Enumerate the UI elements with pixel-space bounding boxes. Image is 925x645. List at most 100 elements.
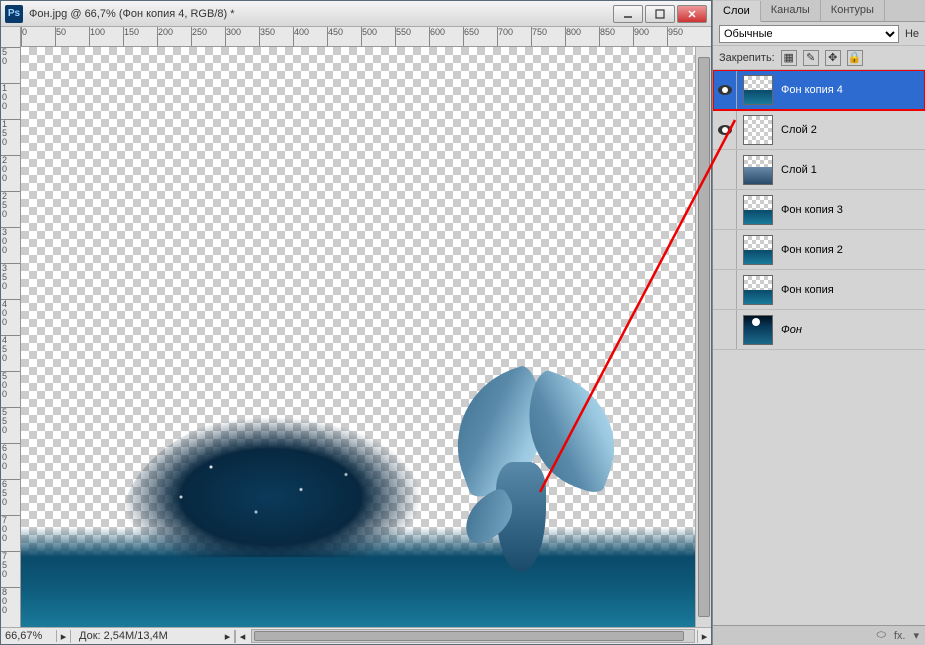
opacity-label: Не	[905, 28, 919, 40]
vruler-tick: 700	[1, 515, 20, 543]
layer-thumbnail[interactable]	[743, 315, 773, 345]
hscroll-left-button[interactable]: ◂	[235, 630, 249, 643]
layer-thumbnail[interactable]	[743, 275, 773, 305]
vruler-tick: 600	[1, 443, 20, 471]
hruler-tick: 350	[259, 27, 275, 46]
layer-visibility-toggle[interactable]	[713, 110, 737, 149]
hruler-tick: 250	[191, 27, 207, 46]
hruler-tick: 950	[667, 27, 683, 46]
hruler-tick: 900	[633, 27, 649, 46]
blend-mode-select[interactable]: Обычные	[719, 25, 899, 43]
lock-brush-icon[interactable]: ✎	[803, 50, 819, 66]
link-layers-icon[interactable]: ⬭	[876, 629, 885, 642]
hruler-tick: 800	[565, 27, 581, 46]
layer-thumbnail[interactable]	[743, 115, 773, 145]
vruler-tick: 800	[1, 587, 20, 615]
layer-row[interactable]: Слой 1	[713, 150, 925, 190]
hruler-tick: 300	[225, 27, 241, 46]
layers-panel: СлоиКаналыКонтуры Обычные Не Закрепить: …	[712, 0, 925, 645]
layers-list: Фон копия 4 Слой 2 Слой 1 Фон копия 3 Фон ко…	[713, 70, 925, 350]
layer-visibility-toggle[interactable]	[713, 150, 737, 189]
hruler-tick: 450	[327, 27, 343, 46]
lock-move-icon[interactable]: ✥	[825, 50, 841, 66]
vertical-ruler[interactable]: 5010015020025030035040045050055060065070…	[1, 27, 21, 627]
vruler-tick: 300	[1, 227, 20, 255]
panel-tab-0[interactable]: Слои	[713, 1, 761, 22]
panel-tab-1[interactable]: Каналы	[761, 0, 821, 21]
zoom-menu-button[interactable]: ▸	[57, 630, 71, 643]
hruler-tick: 150	[123, 27, 139, 46]
layer-row[interactable]: Фон	[713, 310, 925, 350]
vruler-tick: 500	[1, 371, 20, 399]
layer-name[interactable]: Фон копия 2	[779, 244, 925, 256]
vruler-tick: 350	[1, 263, 20, 291]
doc-size[interactable]: Док: 2,54M/13,4M	[71, 630, 221, 642]
layer-thumbnail[interactable]	[743, 75, 773, 105]
layer-name[interactable]: Слой 1	[779, 164, 925, 176]
hruler-tick: 200	[157, 27, 173, 46]
layer-name[interactable]: Фон	[779, 324, 925, 336]
hruler-tick: 650	[463, 27, 479, 46]
layer-row[interactable]: Фон копия 3	[713, 190, 925, 230]
image-content	[21, 457, 711, 627]
layer-name[interactable]: Фон копия	[779, 284, 925, 296]
vruler-tick: 150	[1, 119, 20, 147]
maximize-button[interactable]	[645, 5, 675, 23]
hscroll-right-button[interactable]: ▸	[697, 630, 711, 643]
layer-row[interactable]: Фон копия	[713, 270, 925, 310]
vruler-tick: 450	[1, 335, 20, 363]
vruler-tick: 100	[1, 83, 20, 111]
minimize-button[interactable]	[613, 5, 643, 23]
vruler-tick: 400	[1, 299, 20, 327]
hruler-tick: 750	[531, 27, 547, 46]
vertical-scrollbar[interactable]	[695, 47, 711, 627]
lock-all-icon[interactable]: 🔒	[847, 50, 863, 66]
layer-name[interactable]: Фон копия 4	[779, 84, 925, 96]
layer-row[interactable]: Фон копия 4	[713, 70, 925, 110]
hscroll-thumb[interactable]	[254, 631, 684, 641]
panel-menu-icon[interactable]: ▾	[913, 629, 919, 642]
layer-row[interactable]: Слой 2	[713, 110, 925, 150]
lock-pixels-icon[interactable]: ▦	[781, 50, 797, 66]
horizontal-ruler[interactable]: 0501001502002503003504004505005506006507…	[21, 27, 711, 47]
layer-visibility-toggle[interactable]	[713, 70, 737, 109]
panel-footer: ⬭ fx. ▾	[713, 625, 925, 645]
app-icon: Ps	[5, 5, 23, 23]
hruler-tick: 100	[89, 27, 105, 46]
lock-label: Закрепить:	[719, 52, 775, 64]
layer-visibility-toggle[interactable]	[713, 310, 737, 349]
hruler-tick: 50	[55, 27, 66, 46]
canvas-area: 5010015020025030035040045050055060065070…	[1, 27, 711, 627]
vscroll-thumb[interactable]	[698, 57, 710, 617]
panel-tabs: СлоиКаналыКонтуры	[713, 0, 925, 22]
vruler-tick: 50	[1, 47, 20, 66]
layer-name[interactable]: Фон копия 3	[779, 204, 925, 216]
window-title: Фон.jpg @ 66,7% (Фон копия 4, RGB/8) *	[29, 8, 611, 20]
layer-visibility-toggle[interactable]	[713, 230, 737, 269]
layer-thumbnail[interactable]	[743, 195, 773, 225]
close-button[interactable]	[677, 5, 707, 23]
hruler-tick: 850	[599, 27, 615, 46]
fx-button[interactable]: fx.	[894, 630, 906, 642]
canvas-viewport[interactable]	[21, 47, 711, 627]
document-window: Ps Фон.jpg @ 66,7% (Фон копия 4, RGB/8) …	[0, 0, 712, 645]
panel-tab-2[interactable]: Контуры	[821, 0, 885, 21]
layer-visibility-toggle[interactable]	[713, 270, 737, 309]
layer-name[interactable]: Слой 2	[779, 124, 925, 136]
vruler-tick: 250	[1, 191, 20, 219]
vruler-tick: 200	[1, 155, 20, 183]
blend-mode-row: Обычные Не	[713, 22, 925, 46]
statusbar: 66,67% ▸ Док: 2,54M/13,4M ▸ ◂ ▸	[1, 627, 711, 644]
horizontal-scrollbar[interactable]	[251, 629, 695, 643]
vruler-tick: 750	[1, 551, 20, 579]
zoom-value[interactable]: 66,67%	[1, 630, 57, 642]
hruler-tick: 400	[293, 27, 309, 46]
hruler-tick: 0	[21, 27, 27, 46]
layer-visibility-toggle[interactable]	[713, 190, 737, 229]
hruler-tick: 500	[361, 27, 377, 46]
layer-row[interactable]: Фон копия 2	[713, 230, 925, 270]
doc-menu-button[interactable]: ▸	[221, 630, 235, 643]
hruler-tick: 600	[429, 27, 445, 46]
layer-thumbnail[interactable]	[743, 235, 773, 265]
layer-thumbnail[interactable]	[743, 155, 773, 185]
